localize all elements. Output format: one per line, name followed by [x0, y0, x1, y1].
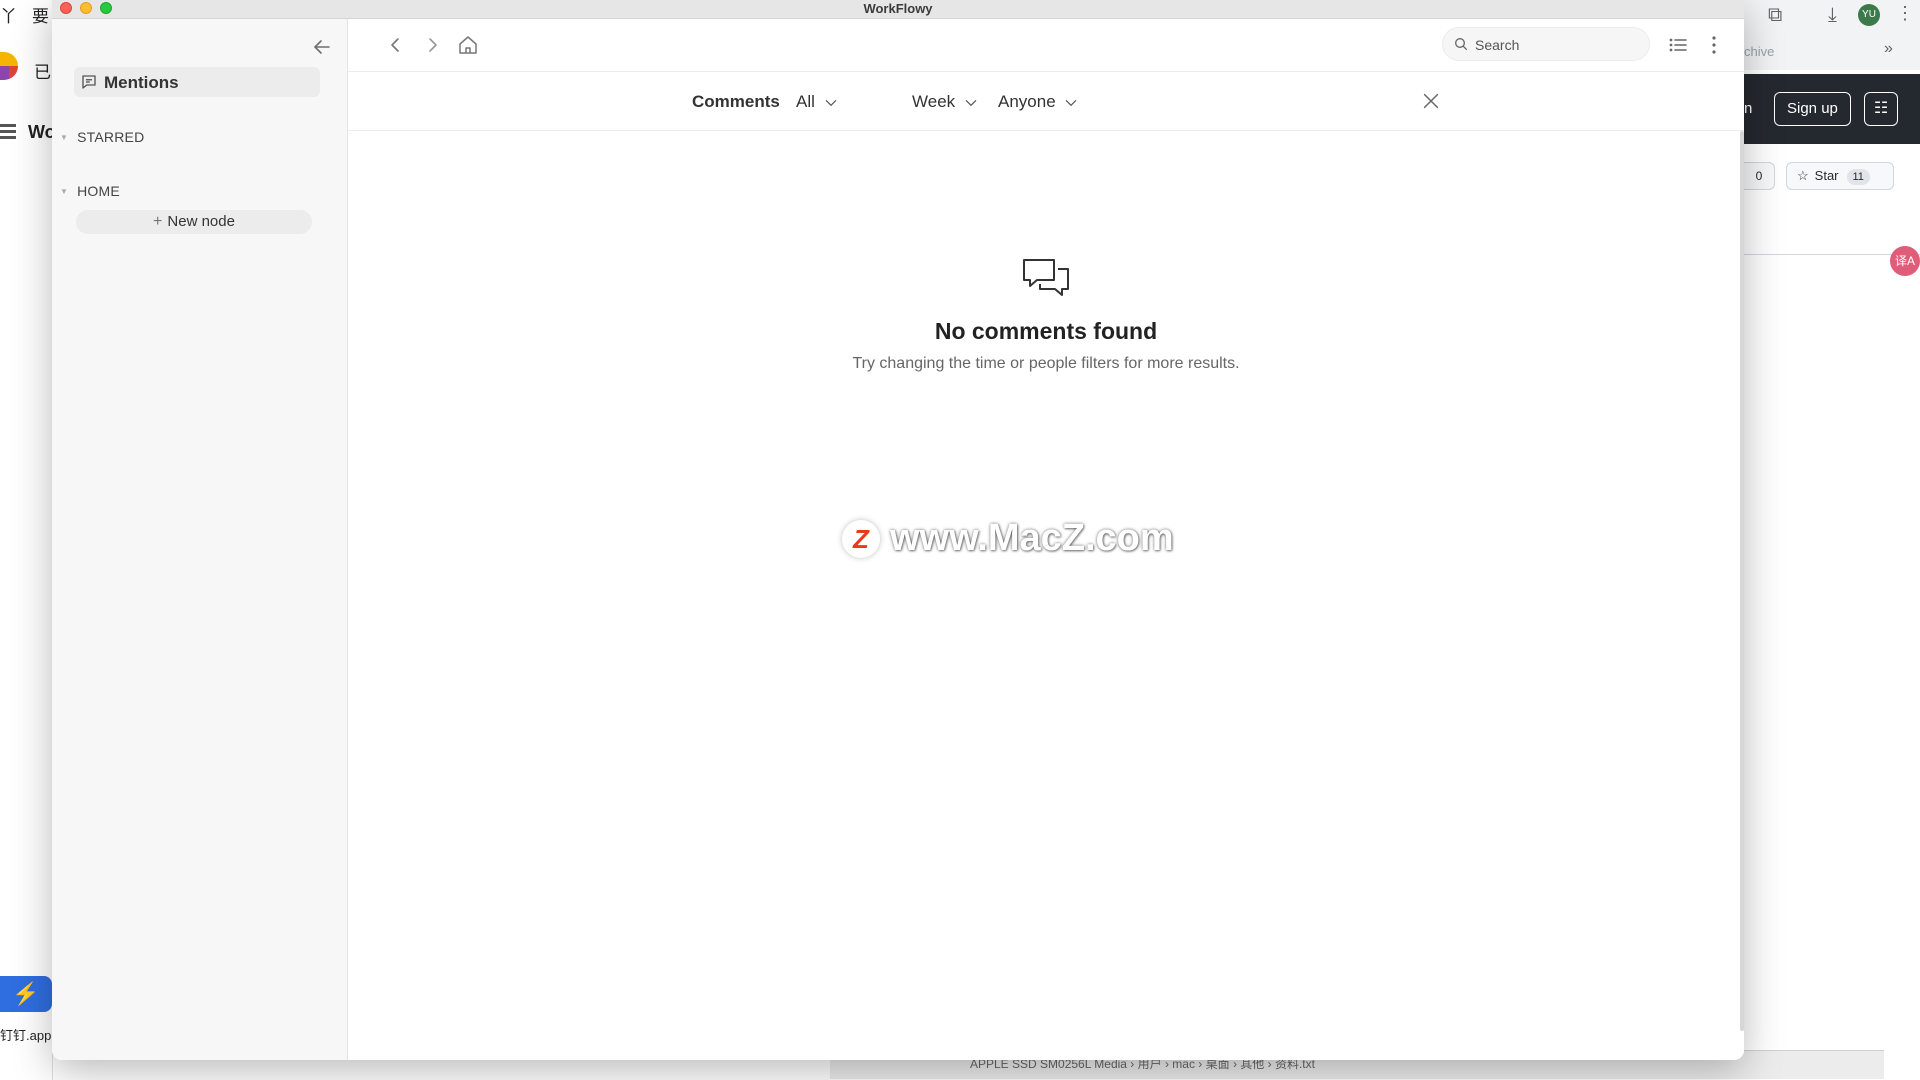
chevron-right-icon[interactable]: » — [1884, 40, 1893, 58]
scrollbar[interactable] — [1740, 131, 1744, 1031]
forward-button[interactable] — [420, 33, 444, 57]
dropdown-value: Anyone — [998, 92, 1056, 111]
dock-label: 钉钉.app — [0, 1028, 52, 1043]
sidebar-section-starred[interactable]: ▼ STARRED — [60, 129, 144, 145]
profile-avatar[interactable]: YU — [1858, 4, 1880, 26]
search-field[interactable] — [1442, 27, 1650, 61]
back-button[interactable] — [384, 33, 408, 57]
close-comments-button[interactable] — [1420, 90, 1442, 112]
collapse-sidebar-button[interactable] — [310, 35, 334, 59]
star-button[interactable]: ☆ Star 11 — [1786, 162, 1894, 190]
dropdown-value: All — [796, 92, 815, 111]
empty-state-title: No comments found — [934, 318, 1158, 344]
people-filter-dropdown[interactable]: Anyone — [998, 92, 1078, 112]
caret-down-icon: ▼ — [60, 133, 69, 142]
new-node-label: New node — [167, 213, 235, 230]
chevron-right-icon — [429, 38, 437, 52]
dropdown-value: Week — [912, 92, 956, 111]
menu-icon — [0, 124, 16, 142]
watermark: Zwww.MacZ.com — [842, 517, 1174, 560]
zoom-window-button[interactable] — [100, 2, 112, 14]
app-logo-icon — [0, 52, 18, 80]
section-label: HOME — [77, 183, 120, 199]
caret-down-icon: ▼ — [60, 187, 69, 196]
new-node-button[interactable]: + New node — [76, 210, 312, 234]
star-label: Star — [1814, 168, 1839, 183]
title-bar: WorkFlowy — [52, 0, 1744, 19]
download-icon[interactable]: ⤓ — [1828, 4, 1837, 27]
sidebar-section-home[interactable]: ▼ HOME — [60, 183, 120, 199]
time-filter-dropdown[interactable]: Week — [912, 92, 978, 112]
chevron-down-icon — [1066, 99, 1077, 106]
sidebar-item-mentions[interactable]: Mentions — [74, 67, 320, 97]
bg-text: 丫 — [0, 7, 17, 26]
extensions-icon[interactable]: ⧉ — [1768, 4, 1782, 27]
browser-menu-icon[interactable]: ⋮ — [1896, 3, 1914, 24]
chevron-down-icon — [825, 99, 836, 106]
more-options-button[interactable] — [1702, 33, 1726, 57]
star-count: 11 — [1846, 169, 1870, 185]
bg-text: 要 — [32, 7, 49, 26]
home-button[interactable] — [456, 33, 480, 57]
fork-count[interactable]: 0 — [1744, 162, 1775, 190]
chevron-down-icon — [965, 99, 977, 106]
bookmark-label[interactable]: chive — [1744, 44, 1774, 59]
comment-icon — [80, 73, 98, 96]
sidebar: Mentions ▼ STARRED ▼ HOME + New node — [52, 19, 348, 1060]
minimize-window-button[interactable] — [80, 2, 92, 14]
plus-icon: + — [153, 213, 163, 230]
star-icon: ☆ — [1797, 168, 1809, 183]
background-app-left: 丫 要 已 Wo ⚡ 钉钉.app — [0, 0, 56, 1080]
scope-filter-dropdown[interactable]: All — [796, 92, 838, 112]
arrow-left-icon — [314, 40, 330, 54]
kebab-menu-icon — [1712, 36, 1716, 54]
watermark-text: www.MacZ.com — [890, 517, 1174, 559]
close-window-button[interactable] — [60, 2, 72, 14]
search-icon — [1453, 36, 1469, 57]
section-label: STARRED — [77, 129, 145, 145]
close-icon — [1423, 93, 1439, 109]
list-icon — [1669, 38, 1687, 52]
sign-up-button[interactable]: Sign up — [1774, 92, 1851, 126]
github-header: n Sign up ☷ — [1744, 74, 1920, 144]
workflowy-window: WorkFlowy Mentions ▼ STARRED ▼ HOME + New n… — [52, 0, 1744, 1060]
main-panel: Comments All Week Anyone No comment — [348, 19, 1744, 1060]
watermark-logo: Z — [842, 519, 880, 558]
comments-filter-bar: Comments All Week Anyone — [348, 72, 1744, 131]
empty-state-subtitle: Try changing the time or people filters … — [852, 355, 1240, 372]
bg-text: 已 — [34, 63, 51, 82]
search-input[interactable] — [1473, 34, 1645, 56]
view-options-button[interactable] — [1666, 33, 1690, 57]
background-browser-right: ⧉ ⤓ YU ⋮ chive » n Sign up ☷ 0 ☆ Star 11 译… — [1744, 0, 1920, 1080]
comments-title: Comments — [692, 92, 780, 111]
translate-icon[interactable]: 译A — [1890, 246, 1920, 276]
home-icon — [459, 36, 477, 54]
chat-bubbles-icon — [1023, 259, 1069, 296]
empty-state: No comments found Try changing the time … — [348, 257, 1744, 373]
chevron-left-icon — [391, 38, 399, 52]
sidebar-item-label: Mentions — [104, 73, 179, 92]
settings-sliders-icon[interactable]: ☷ — [1864, 92, 1898, 126]
top-toolbar — [348, 19, 1744, 72]
window-title: WorkFlowy — [863, 1, 933, 16]
dingtalk-app-icon[interactable]: ⚡ — [0, 976, 52, 1012]
bg-text: n — [1744, 100, 1753, 117]
